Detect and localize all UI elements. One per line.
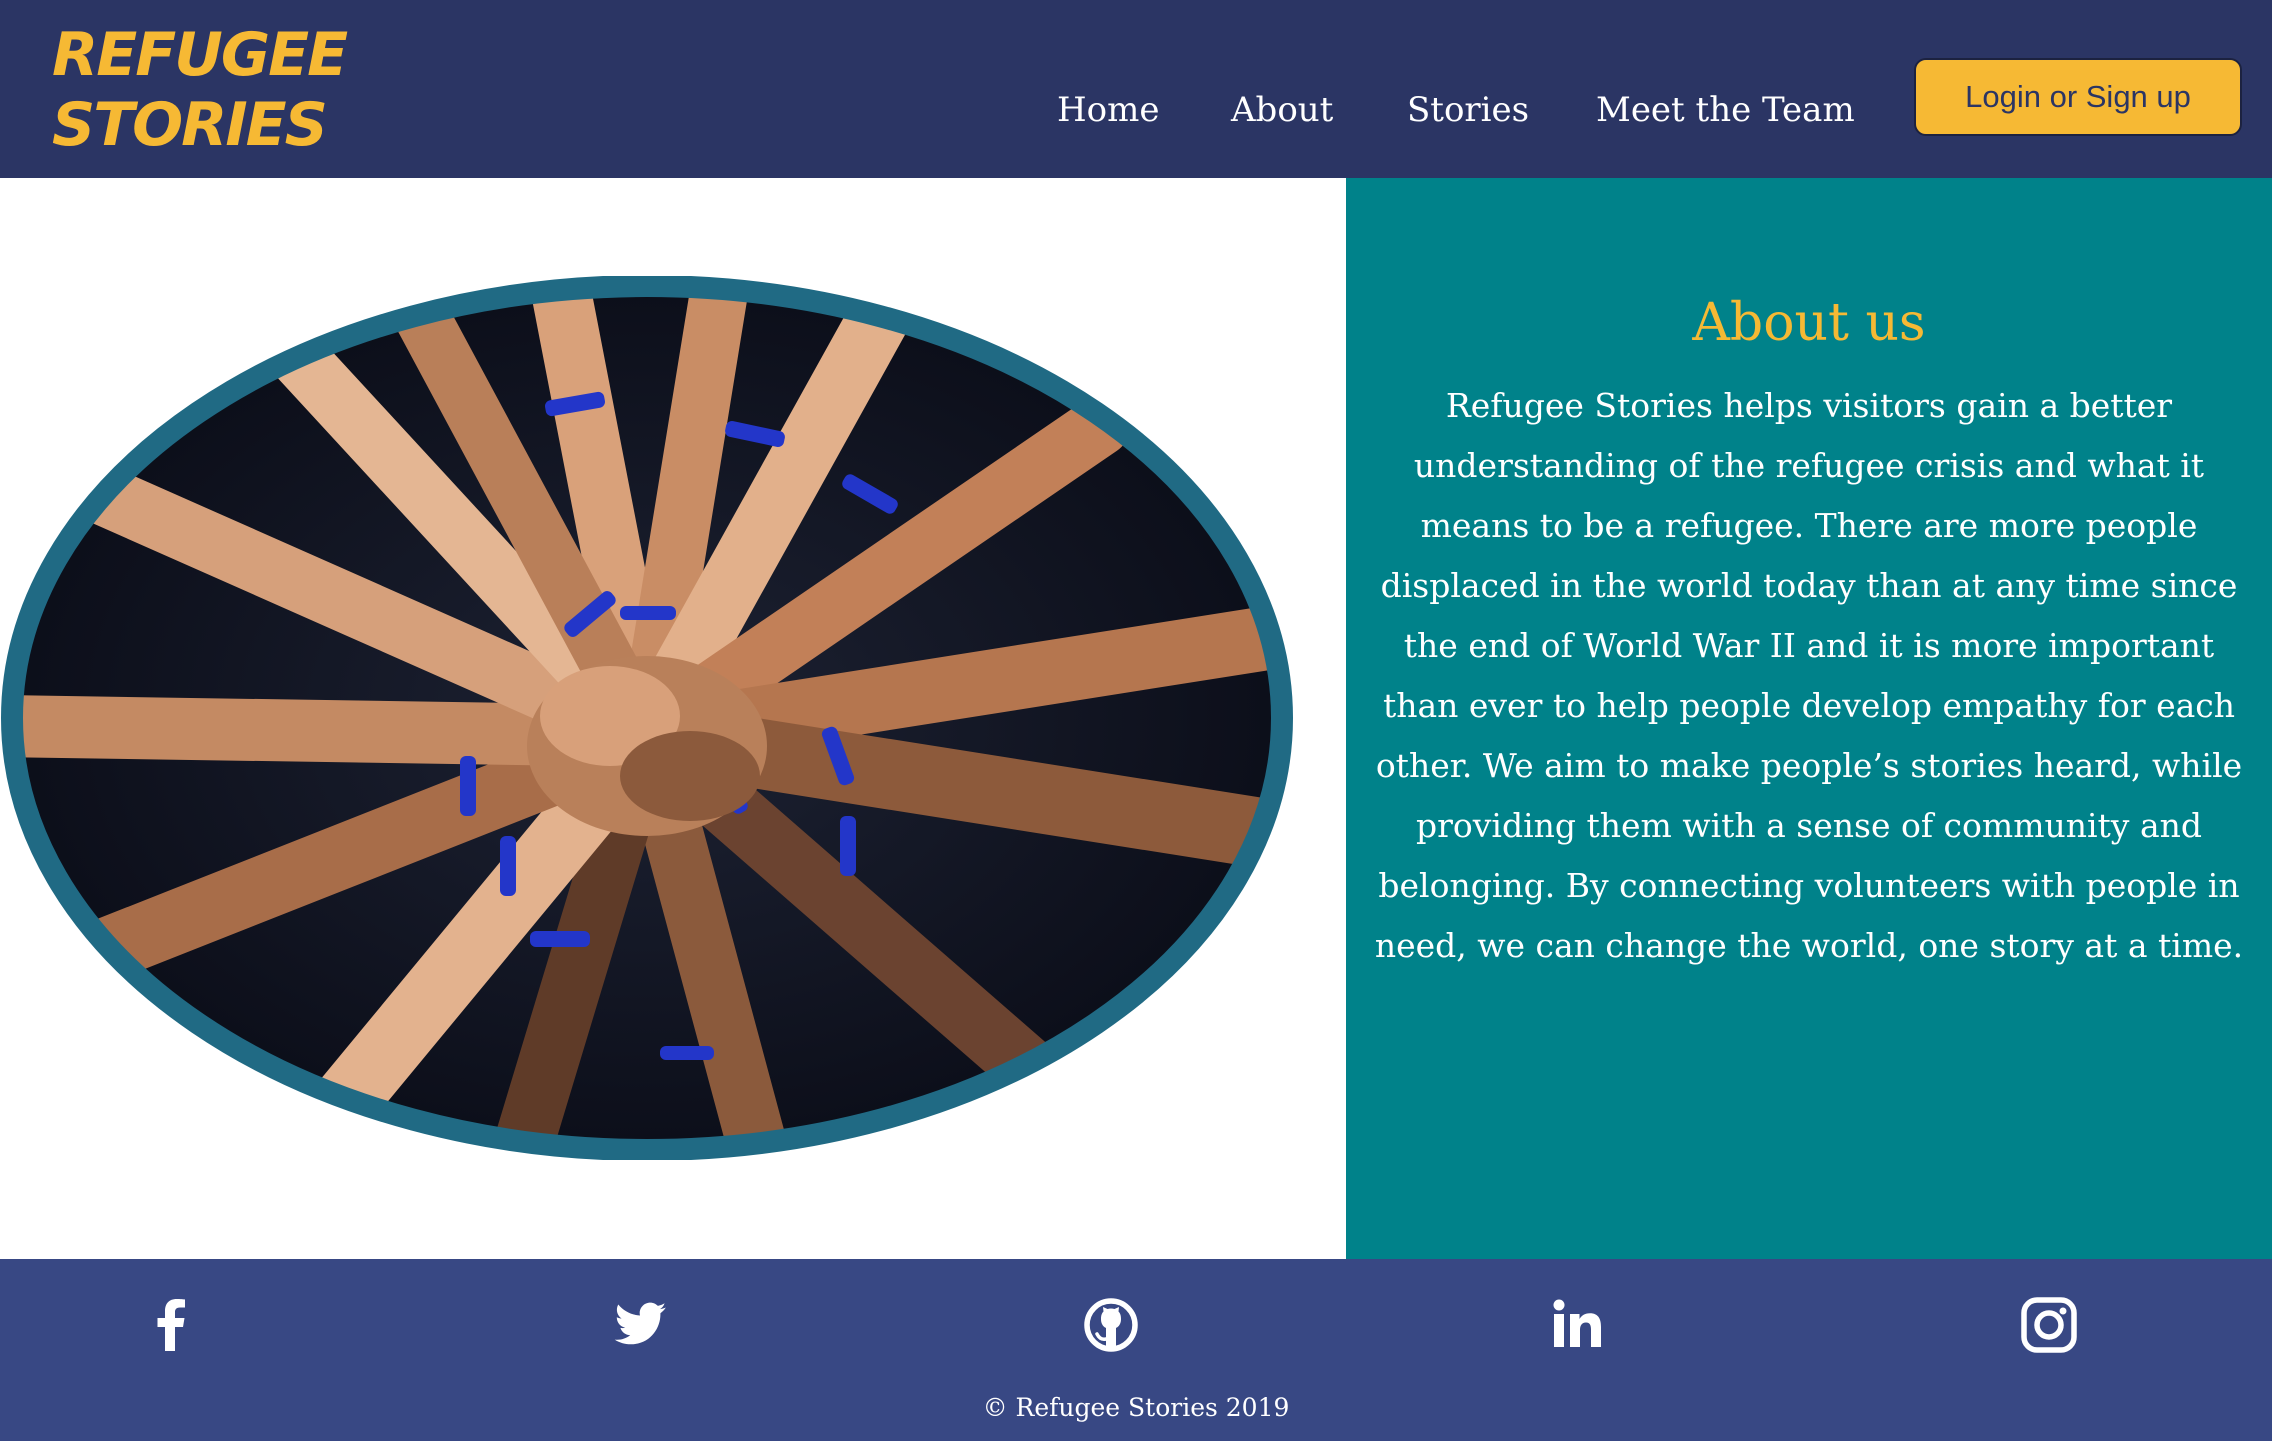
site-header: REFUGEE STORIES Home About Stories Meet … [0, 0, 2272, 178]
facebook-icon[interactable] [135, 1289, 207, 1361]
instagram-icon[interactable] [2013, 1289, 2085, 1361]
hands-together-image [1, 276, 1293, 1160]
logo-line-2: STORIES [52, 90, 328, 160]
login-signup-button[interactable]: Login or Sign up [1914, 58, 2242, 136]
site-footer: © Refugee Stories 2019 [0, 1259, 2272, 1441]
twitter-icon[interactable] [604, 1289, 676, 1361]
github-icon[interactable] [1075, 1289, 1147, 1361]
linkedin-icon[interactable] [1544, 1289, 1616, 1361]
nav-about-link[interactable]: About [1231, 90, 1333, 130]
logo-line-1: REFUGEE [52, 20, 348, 90]
about-title: About us [1692, 293, 1926, 353]
nav-home-link[interactable]: Home [1057, 90, 1159, 130]
about-section: About us Refugee Stories helps visitors … [1346, 178, 2272, 1259]
about-description: Refugee Stories helps visitors gain a be… [1374, 386, 2244, 965]
nav-team-link[interactable]: Meet the Team [1596, 90, 1855, 130]
site-logo[interactable]: REFUGEE STORIES [52, 20, 348, 160]
hero-panel [0, 178, 1346, 1259]
nav-stories-link[interactable]: Stories [1407, 90, 1529, 130]
copyright-text: © Refugee Stories 2019 [982, 1393, 1290, 1422]
